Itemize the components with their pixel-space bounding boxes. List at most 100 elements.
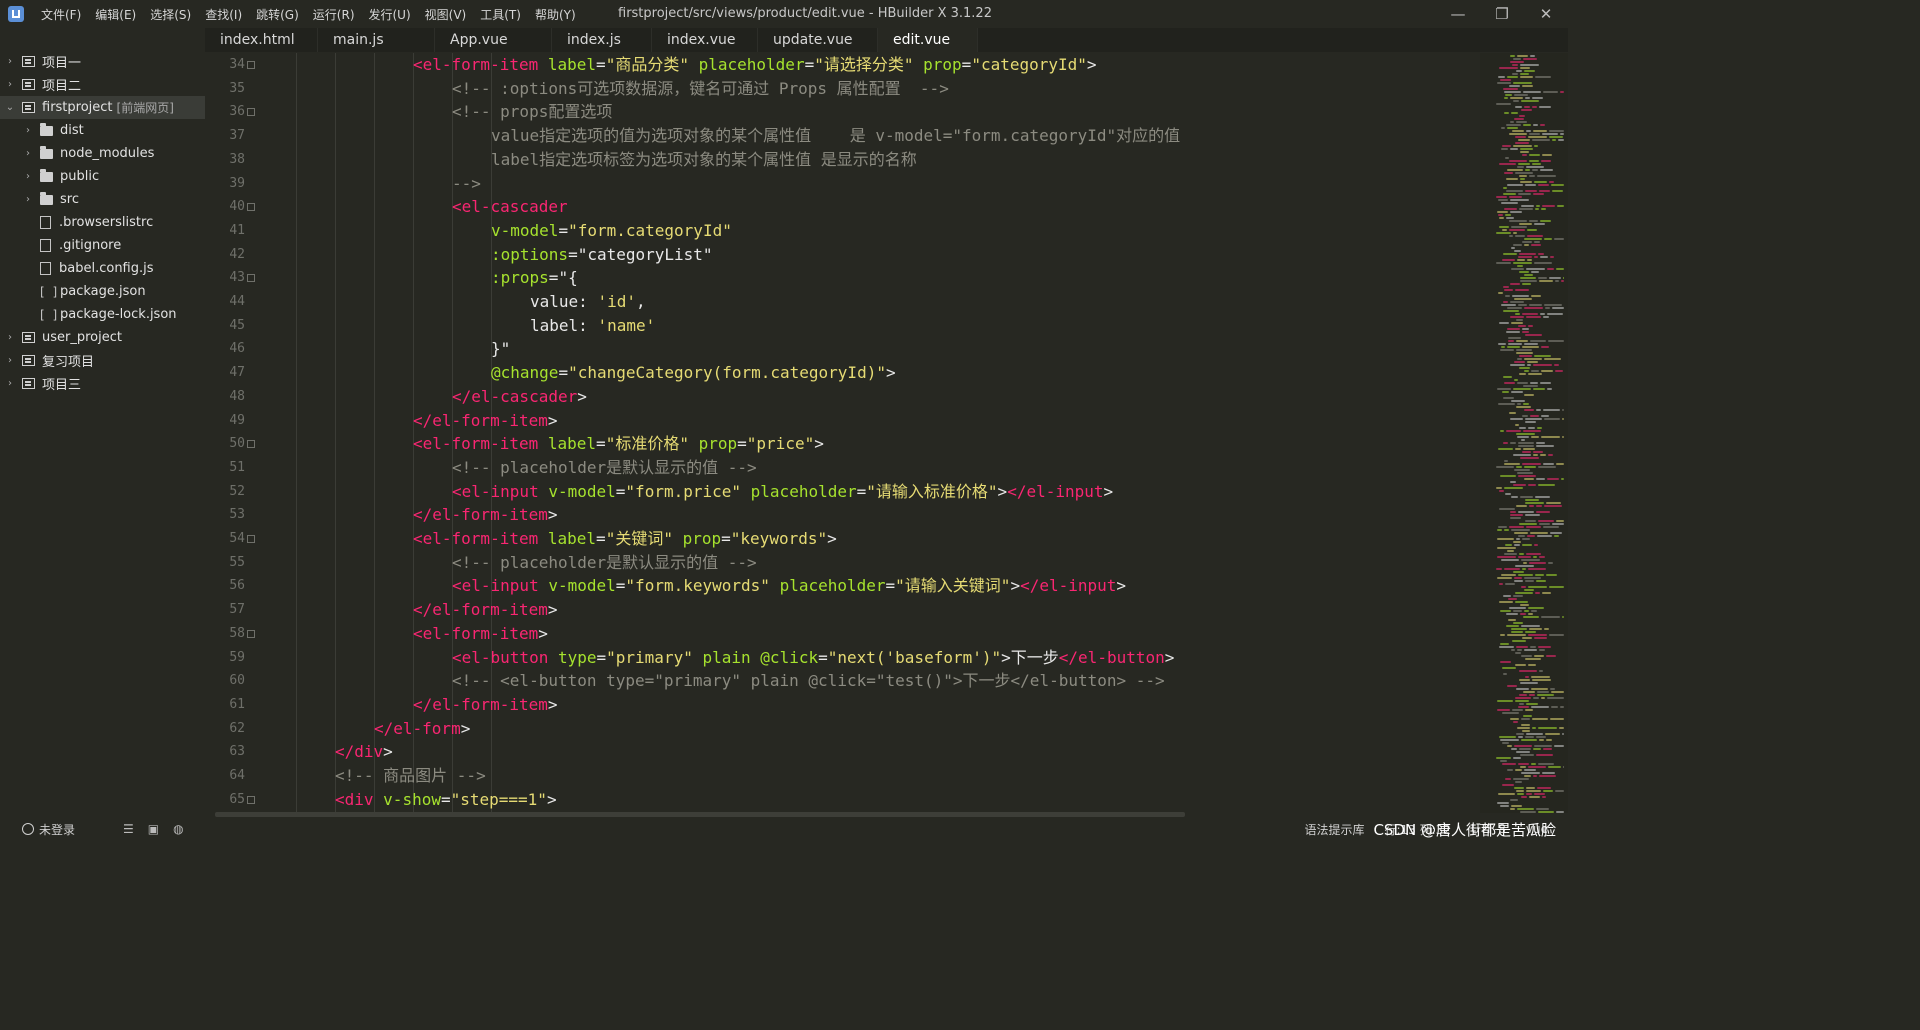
tab-index-js[interactable]: index.js: [552, 28, 652, 52]
code-line[interactable]: 48 </el-cascader>: [205, 385, 1480, 409]
fold-toggle-icon[interactable]: [247, 535, 255, 543]
code-line[interactable]: 51 <!-- placeholder是默认显示的值 -->: [205, 456, 1480, 480]
chevron-right-icon[interactable]: ›: [4, 332, 16, 343]
tab-edit-vue[interactable]: edit.vue: [878, 28, 978, 52]
code-line[interactable]: 36 <!-- props配置选项: [205, 100, 1480, 124]
code-line[interactable]: 56 <el-input v-model="form.keywords" plac…: [205, 574, 1480, 598]
sidebar-item[interactable]: › user_project: [0, 326, 205, 349]
code-line[interactable]: 44 value: 'id',: [205, 290, 1480, 314]
minimap-line: [1516, 505, 1527, 507]
code-line[interactable]: 34 <el-form-item label="商品分类" placeholder…: [205, 53, 1480, 77]
code-line[interactable]: 55 <!-- placeholder是默认显示的值 -->: [205, 551, 1480, 575]
menu-run[interactable]: 运行(R): [306, 6, 362, 23]
list-icon[interactable]: ☰: [123, 822, 134, 836]
chevron-right-icon[interactable]: ›: [4, 56, 16, 67]
tab-update-vue[interactable]: update.vue: [758, 28, 878, 52]
menu-help[interactable]: 帮助(Y): [528, 6, 583, 23]
fold-toggle-icon[interactable]: [247, 203, 255, 212]
fold-toggle-icon[interactable]: [247, 795, 255, 804]
close-icon[interactable]: ✕: [1524, 0, 1568, 28]
chevron-right-icon[interactable]: ›: [22, 171, 34, 182]
menu-select[interactable]: 选择(S): [143, 6, 198, 23]
sidebar-item[interactable]: › 项目一: [0, 50, 205, 73]
minimize-icon[interactable]: —: [1436, 0, 1480, 28]
code-line[interactable]: 47 @change="changeCategory(form.categoryI…: [205, 361, 1480, 385]
code-line[interactable]: 58 <el-form-item>: [205, 622, 1480, 646]
sidebar-item[interactable]: [ ] package.json: [0, 280, 205, 303]
code-line[interactable]: 62 </el-form>: [205, 717, 1480, 741]
chevron-right-icon[interactable]: ›: [22, 194, 34, 205]
code-line[interactable]: 42:options="categoryList": [205, 243, 1480, 267]
code-line[interactable]: 57 </el-form-item>: [205, 598, 1480, 622]
fold-toggle-icon[interactable]: [247, 440, 255, 449]
syntax-hint-library[interactable]: 语法提示库: [1304, 821, 1364, 838]
login-status[interactable]: 未登录: [22, 821, 75, 838]
code-line[interactable]: 37 value指定选项的值为选项对象的某个属性值 是 v-model="form…: [205, 124, 1480, 148]
code-editor[interactable]: 34 <el-form-item label="商品分类" placeholder…: [205, 53, 1480, 813]
menu-edit[interactable]: 编辑(E): [88, 6, 143, 23]
tab-index-vue[interactable]: index.vue: [652, 28, 758, 52]
sidebar-item[interactable]: ⌄ firstproject [前端网页]: [0, 96, 205, 119]
chevron-right-icon[interactable]: ›: [22, 148, 34, 159]
chevron-right-icon[interactable]: ›: [4, 378, 16, 389]
tab-App-vue[interactable]: App.vue: [435, 28, 552, 52]
sidebar-item[interactable]: › dist: [0, 119, 205, 142]
sidebar-item[interactable]: [ ] package-lock.json: [0, 303, 205, 326]
code-line[interactable]: 52 <el-input v-model="form.price" placeho…: [205, 480, 1480, 504]
sidebar-item[interactable]: › 项目三: [0, 372, 205, 395]
globe-icon[interactable]: ◍: [173, 822, 183, 836]
sidebar-item[interactable]: .gitignore: [0, 234, 205, 257]
sidebar-item[interactable]: babel.config.js: [0, 257, 205, 280]
minimap-line: [1507, 76, 1518, 78]
code-line[interactable]: 63 </div>: [205, 740, 1480, 764]
chevron-down-icon[interactable]: ⌄: [4, 102, 16, 113]
minimap-line: [1524, 775, 1531, 777]
code-line[interactable]: 43:props="{: [205, 266, 1480, 290]
sidebar-item[interactable]: › 复习项目: [0, 349, 205, 372]
terminal-icon[interactable]: ▣: [148, 822, 159, 836]
minimap[interactable]: [1480, 53, 1568, 813]
sidebar-item[interactable]: › node_modules: [0, 142, 205, 165]
code-line[interactable]: 60 <!-- <el-button type="primary" plain @…: [205, 669, 1480, 693]
code-line[interactable]: 46}": [205, 337, 1480, 361]
menu-find[interactable]: 查找(I): [198, 6, 249, 23]
fold-toggle-icon[interactable]: [247, 274, 255, 283]
minimap-line: [1519, 523, 1537, 525]
code-line[interactable]: 40 <el-cascader: [205, 195, 1480, 219]
code-line[interactable]: 54 <el-form-item label="关键词" prop="keywor…: [205, 527, 1480, 551]
minimap-line: [1521, 772, 1540, 774]
restore-icon[interactable]: ❐: [1480, 0, 1524, 28]
code-token: =: [885, 576, 896, 596]
sidebar-item[interactable]: › src: [0, 188, 205, 211]
code-line[interactable]: 59 <el-button type="primary" plain @click…: [205, 646, 1480, 670]
menu-publish[interactable]: 发行(U): [362, 6, 418, 23]
menu-goto[interactable]: 跳转(G): [249, 6, 306, 23]
sidebar-item[interactable]: › 项目二: [0, 73, 205, 96]
fold-toggle-icon[interactable]: [247, 61, 255, 69]
code-line[interactable]: 50 <el-form-item label="标准价格" prop="price…: [205, 432, 1480, 456]
minimap-line: [1502, 391, 1509, 393]
code-line[interactable]: 45 label: 'name': [205, 314, 1480, 338]
minimap-line: [1510, 418, 1523, 420]
chevron-right-icon[interactable]: ›: [4, 355, 16, 366]
tab-index-html[interactable]: index.html: [205, 28, 318, 52]
code-line[interactable]: 64 <!-- 商品图片 -->: [205, 764, 1480, 788]
menu-tools[interactable]: 工具(T): [473, 6, 528, 23]
fold-toggle-icon[interactable]: [247, 629, 255, 638]
fold-toggle-icon[interactable]: [247, 108, 255, 117]
code-line[interactable]: 65 <div v-show="step===1">: [205, 788, 1480, 812]
code-line[interactable]: 49 </el-form-item>: [205, 409, 1480, 433]
menu-view[interactable]: 视图(V): [418, 6, 474, 23]
code-line[interactable]: 41 v-model="form.categoryId": [205, 219, 1480, 243]
code-line[interactable]: 53 </el-form-item>: [205, 503, 1480, 527]
tab-main-js[interactable]: main.js: [318, 28, 435, 52]
chevron-right-icon[interactable]: ›: [4, 79, 16, 90]
sidebar-item[interactable]: › public: [0, 165, 205, 188]
code-line[interactable]: 61 </el-form-item>: [205, 693, 1480, 717]
code-line[interactable]: 39 -->: [205, 172, 1480, 196]
menu-file[interactable]: 文件(F): [34, 6, 88, 23]
code-line[interactable]: 35 <!-- :options可选项数据源，键名可通过 Props 属性配置 -…: [205, 77, 1480, 101]
chevron-right-icon[interactable]: ›: [22, 125, 34, 136]
sidebar-item[interactable]: .browserslistrc: [0, 211, 205, 234]
code-line[interactable]: 38 label指定选项标签为选项对象的某个属性值 是显示的名称: [205, 148, 1480, 172]
